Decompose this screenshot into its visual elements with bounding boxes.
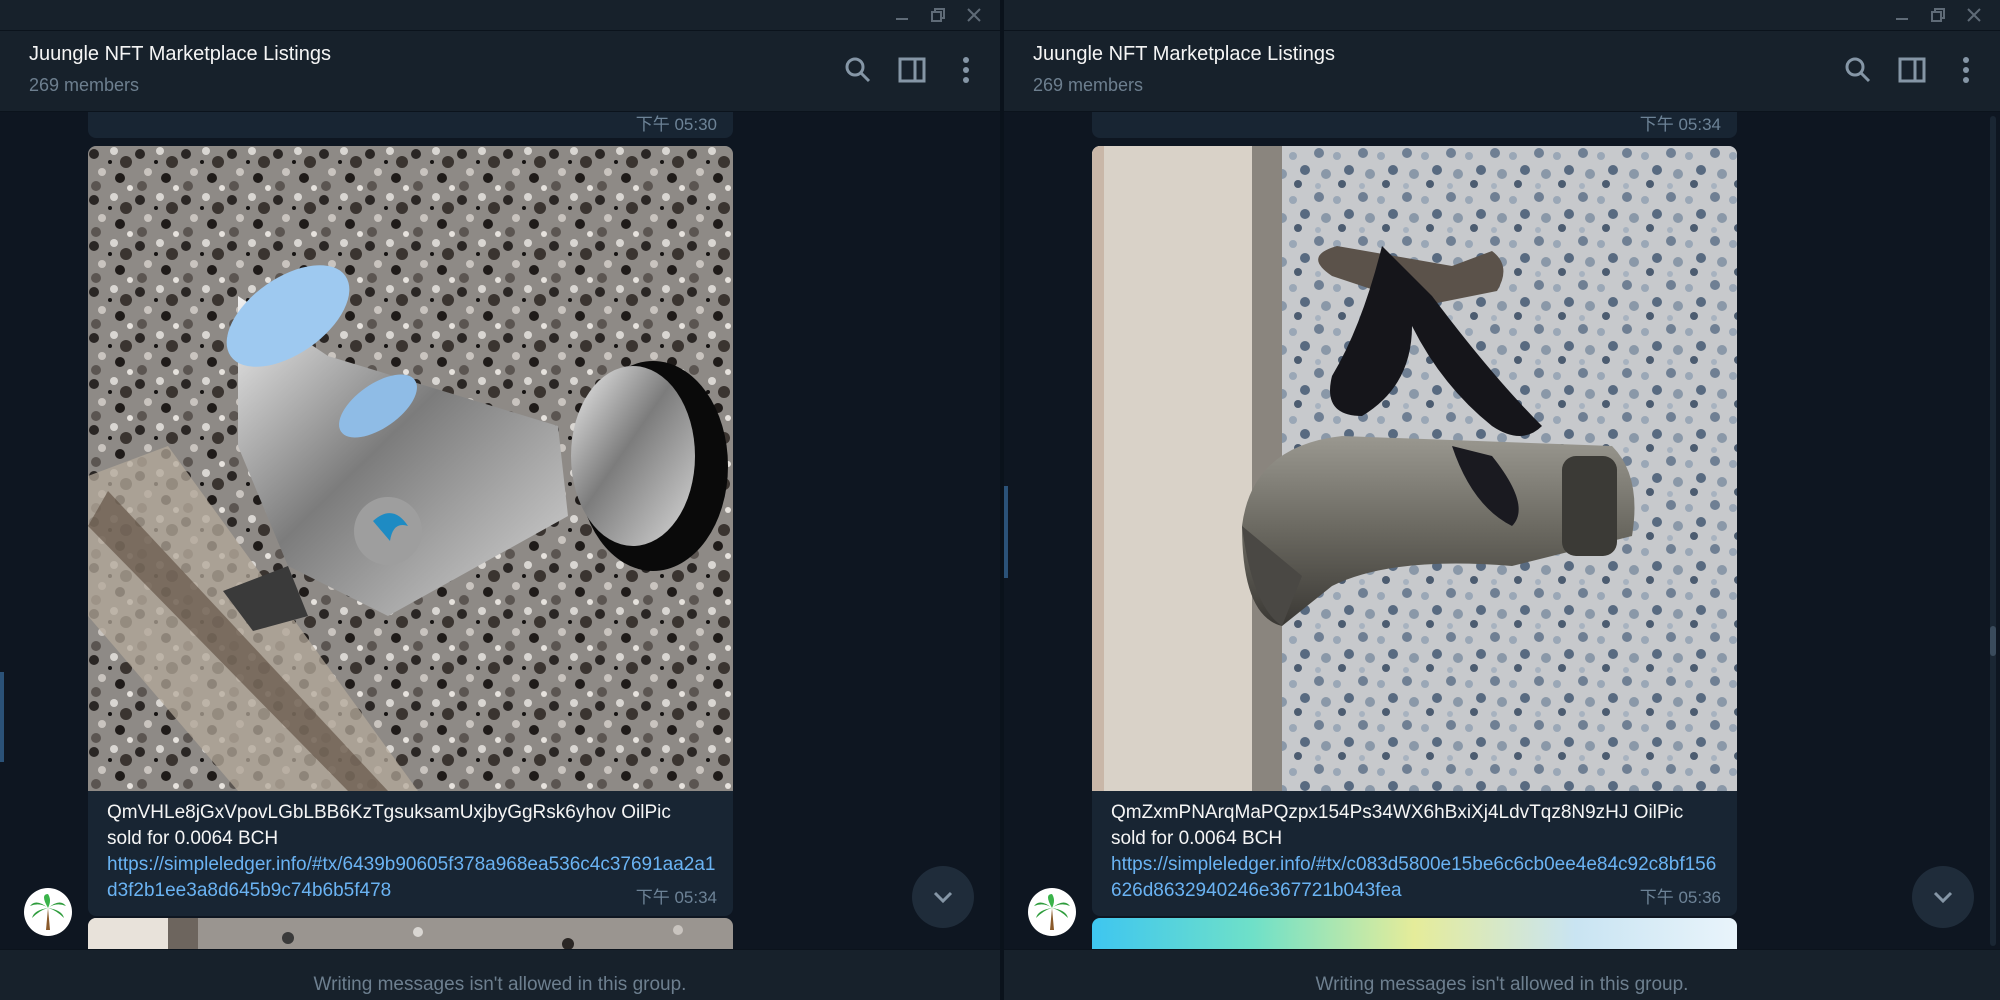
scroll-to-bottom-button[interactable]: [1912, 866, 1974, 928]
price-text: sold for 0.0064 BCH: [107, 828, 279, 849]
palm-tree-avatar-icon[interactable]: [24, 888, 72, 936]
transaction-link[interactable]: https://simpleledger.info/#tx/c083d5800e…: [1111, 852, 1723, 904]
previous-message-link[interactable]: aa2a1d3f2b1ee3a8d645b9c74b6b5f478: [1111, 112, 1448, 118]
tied-faucet-photo[interactable]: [1092, 146, 1737, 791]
minimize-icon[interactable]: [884, 0, 920, 30]
restore-icon[interactable]: [1920, 0, 1956, 30]
next-message-preview[interactable]: [88, 918, 733, 950]
composer-disabled-bar: Writing messages isn't allowed in this g…: [1004, 949, 2000, 1000]
window-titlebar: [0, 0, 1000, 31]
window-controls: [884, 0, 992, 30]
composer-disabled-bar: Writing messages isn't allowed in this g…: [0, 949, 1000, 1000]
scroll-to-bottom-button[interactable]: [912, 866, 974, 928]
sidebar-toggle-icon[interactable]: [1896, 53, 1928, 87]
message-list[interactable]: 9bda32d0684ff630f7bb0f1afd2dc96c1 下午 05:…: [0, 112, 1000, 950]
more-vertical-icon[interactable]: [1950, 53, 1982, 87]
search-icon[interactable]: [842, 53, 874, 87]
close-icon[interactable]: [956, 0, 992, 30]
palm-tree-avatar-icon[interactable]: [1028, 888, 1076, 936]
listing-message: QmVHLe8jGxVpovLGbLBB6KzTgsuksamUxjbyGgRs…: [88, 146, 733, 916]
write-disabled-notice: Writing messages isn't allowed in this g…: [1315, 974, 1689, 995]
pane-edge-marker: [0, 672, 4, 762]
chat-header[interactable]: Juungle NFT Marketplace Listings 269 mem…: [1004, 31, 2000, 112]
message-time: 下午 05:34: [1639, 115, 1721, 134]
message-list[interactable]: aa2a1d3f2b1ee3a8d645b9c74b6b5f478 下午 05:…: [1004, 112, 2000, 950]
message-scrollbar[interactable]: [1990, 116, 1996, 946]
message-time: 下午 05:30: [635, 115, 717, 134]
chevron-down-icon: [933, 891, 953, 904]
restore-icon[interactable]: [920, 0, 956, 30]
next-message-preview[interactable]: [1092, 918, 1737, 950]
price-text: sold for 0.0064 BCH: [1111, 828, 1283, 849]
member-count: 269 members: [29, 75, 140, 95]
transaction-link[interactable]: https://simpleledger.info/#tx/6439b90605…: [107, 852, 719, 904]
listing-caption: QmVHLe8jGxVpovLGbLBB6KzTgsuksamUxjbyGgRs…: [107, 800, 719, 904]
telegram-desktop: Juungle NFT Marketplace Listings 269 mem…: [0, 0, 2000, 1000]
token-id-text: QmZxmPNArqMaPQzpx154Ps34WX6hBxiXj4LdvTqz…: [1111, 802, 1684, 823]
message-time: 下午 05:34: [635, 888, 717, 907]
chat-pane-right: Juungle NFT Marketplace Listings 269 mem…: [1004, 0, 2000, 1000]
header-actions: [842, 53, 982, 87]
chat-header[interactable]: Juungle NFT Marketplace Listings 269 mem…: [0, 31, 1000, 112]
header-actions: [1842, 53, 1982, 87]
window-controls: [1884, 0, 1992, 30]
scrollbar-thumb[interactable]: [1990, 626, 1996, 656]
listing-caption: QmZxmPNArqMaPQzpx154Ps34WX6hBxiXj4LdvTqz…: [1111, 800, 1723, 904]
write-disabled-notice: Writing messages isn't allowed in this g…: [313, 974, 687, 995]
previous-message: aa2a1d3f2b1ee3a8d645b9c74b6b5f478 下午 05:…: [1092, 112, 1737, 138]
previous-message: 9bda32d0684ff630f7bb0f1afd2dc96c1 下午 05:…: [88, 112, 733, 138]
chat-title: Juungle NFT Marketplace Listings: [1033, 43, 1335, 65]
chat-title: Juungle NFT Marketplace Listings: [29, 43, 331, 65]
window-titlebar: [1004, 0, 2000, 31]
previous-message-link[interactable]: 9bda32d0684ff630f7bb0f1afd2dc96c1: [107, 112, 427, 118]
member-count: 269 members: [1033, 75, 1144, 95]
token-id-text: QmVHLe8jGxVpovLGbLBB6KzTgsuksamUxjbyGgRs…: [107, 802, 671, 823]
pane-edge-marker: [1004, 486, 1008, 578]
chat-pane-left: Juungle NFT Marketplace Listings 269 mem…: [0, 0, 1000, 1000]
message-time: 下午 05:36: [1639, 888, 1721, 907]
search-icon[interactable]: [1842, 53, 1874, 87]
sidebar-toggle-icon[interactable]: [896, 53, 928, 87]
minimize-icon[interactable]: [1884, 0, 1920, 30]
chevron-down-icon: [1933, 891, 1953, 904]
more-vertical-icon[interactable]: [950, 53, 982, 87]
listing-message: QmZxmPNArqMaPQzpx154Ps34WX6hBxiXj4LdvTqz…: [1092, 146, 1737, 916]
close-icon[interactable]: [1956, 0, 1992, 30]
chrome-faucet-photo[interactable]: [88, 146, 733, 791]
